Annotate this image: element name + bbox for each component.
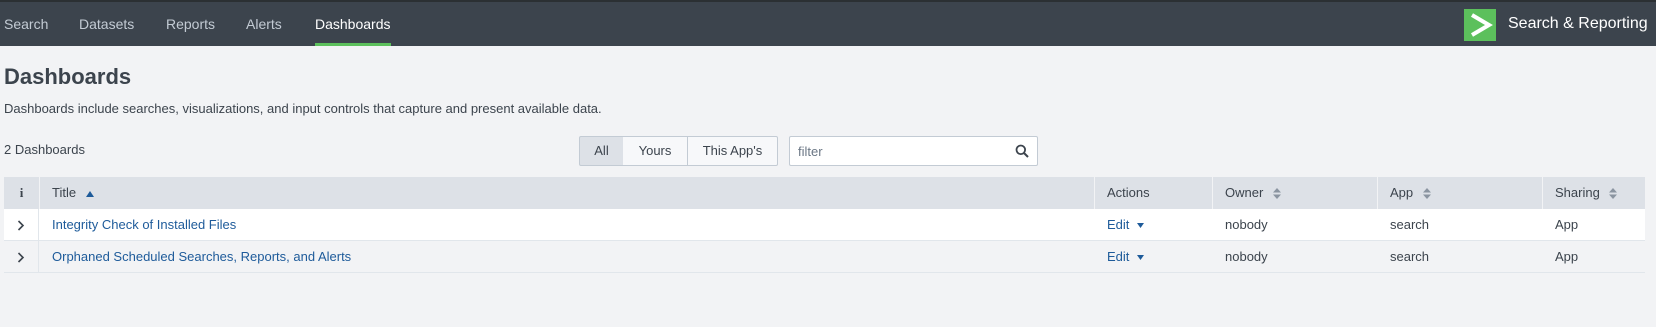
nav-alerts[interactable]: Alerts bbox=[246, 2, 282, 46]
sort-arrows-icon bbox=[1272, 188, 1281, 200]
sharing-cell: App bbox=[1555, 249, 1579, 264]
sharing-cell: App bbox=[1555, 217, 1579, 232]
filter-this-apps-button[interactable]: This App's bbox=[687, 136, 778, 166]
sharing-column-label: Sharing bbox=[1555, 185, 1600, 200]
actions-column-header: Actions bbox=[1094, 177, 1212, 209]
app-cell: search bbox=[1390, 249, 1430, 264]
caret-down-icon bbox=[1137, 255, 1145, 261]
caret-down-icon bbox=[1137, 223, 1145, 229]
filter-all-button[interactable]: All bbox=[579, 136, 624, 166]
table-row: Integrity Check of Installed Files Edit … bbox=[4, 209, 1645, 241]
owner-column-header[interactable]: Owner bbox=[1212, 177, 1377, 209]
app-bar: Search Datasets Reports Alerts Dashboard… bbox=[0, 0, 1656, 46]
nav-search[interactable]: Search bbox=[4, 2, 48, 46]
search-icon[interactable] bbox=[1015, 144, 1029, 158]
chevron-right-icon bbox=[17, 252, 25, 263]
title-column-label: Title bbox=[52, 185, 77, 200]
info-column-header[interactable]: i bbox=[4, 177, 39, 209]
dashboard-title-link[interactable]: Integrity Check of Installed Files bbox=[52, 209, 236, 241]
table-row: Orphaned Scheduled Searches, Reports, an… bbox=[4, 241, 1645, 273]
sharing-column-header[interactable]: Sharing bbox=[1542, 177, 1645, 209]
edit-label: Edit bbox=[1107, 249, 1130, 264]
app-column-header[interactable]: App bbox=[1377, 177, 1542, 209]
dashboard-title-link[interactable]: Orphaned Scheduled Searches, Reports, an… bbox=[52, 241, 351, 273]
page-title: Dashboards bbox=[4, 64, 132, 89]
chevron-right-icon bbox=[17, 220, 25, 231]
sort-arrows-icon bbox=[1609, 188, 1618, 200]
nav-reports[interactable]: Reports bbox=[166, 2, 215, 46]
dashboard-count: 2 Dashboards bbox=[4, 142, 85, 157]
nav-datasets[interactable]: Datasets bbox=[79, 2, 134, 46]
app-logo-icon[interactable] bbox=[1464, 9, 1496, 41]
owner-cell: nobody bbox=[1225, 217, 1268, 232]
chevron-right-logo-icon bbox=[1470, 13, 1493, 37]
filter-input[interactable] bbox=[798, 142, 1008, 160]
expand-row-toggle[interactable] bbox=[4, 241, 39, 273]
actions-column-label: Actions bbox=[1107, 185, 1150, 200]
edit-dropdown[interactable]: Edit bbox=[1107, 209, 1145, 241]
nav-dashboards[interactable]: Dashboards bbox=[315, 2, 391, 46]
app-column-label: App bbox=[1390, 185, 1414, 200]
edit-dropdown[interactable]: Edit bbox=[1107, 241, 1145, 273]
edit-label: Edit bbox=[1107, 217, 1130, 232]
app-name[interactable]: Search & Reporting bbox=[1508, 2, 1648, 46]
table-header: i Title Actions Owner App Sharing bbox=[4, 177, 1645, 209]
sort-arrows-icon bbox=[1422, 188, 1431, 200]
caret-up-icon bbox=[85, 190, 94, 197]
expand-row-toggle[interactable] bbox=[4, 209, 39, 241]
page-description: Dashboards include searches, visualizati… bbox=[4, 101, 602, 116]
owner-column-label: Owner bbox=[1225, 185, 1264, 200]
app-cell: search bbox=[1390, 217, 1430, 232]
filter-search-box[interactable] bbox=[789, 136, 1038, 166]
title-column-header[interactable]: Title bbox=[39, 177, 1094, 209]
owner-cell: nobody bbox=[1225, 249, 1268, 264]
filter-yours-button[interactable]: Yours bbox=[623, 136, 688, 166]
